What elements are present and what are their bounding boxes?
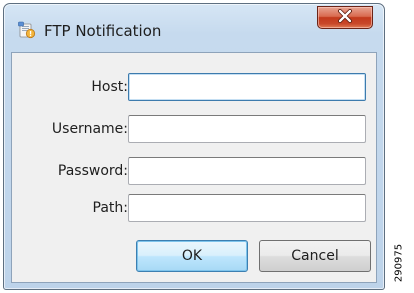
page: FTP Notification Host: Username: Passwor… [0,0,414,293]
password-label: Password: [57,163,128,179]
ftp-notification-dialog: FTP Notification Host: Username: Passwor… [3,3,385,290]
close-x-icon [337,8,353,27]
password-input[interactable] [128,157,366,185]
username-label: Username: [51,121,128,137]
path-input[interactable] [128,194,366,222]
path-label: Path: [92,200,128,216]
title-bar[interactable]: FTP Notification [4,4,384,52]
ftp-notification-icon [18,21,36,39]
dialog-body: Host: Username: Password: Path: OK Cance… [11,52,377,283]
username-input[interactable] [128,115,366,143]
figure-id-text: 290975 [393,243,405,283]
ok-button[interactable]: OK [136,240,248,272]
window-title: FTP Notification [44,22,162,40]
close-button[interactable] [317,6,373,29]
host-input[interactable] [128,73,366,101]
host-label: Host: [91,79,128,95]
cancel-button[interactable]: Cancel [259,240,371,272]
figure-id-label: 290975 [391,238,407,288]
